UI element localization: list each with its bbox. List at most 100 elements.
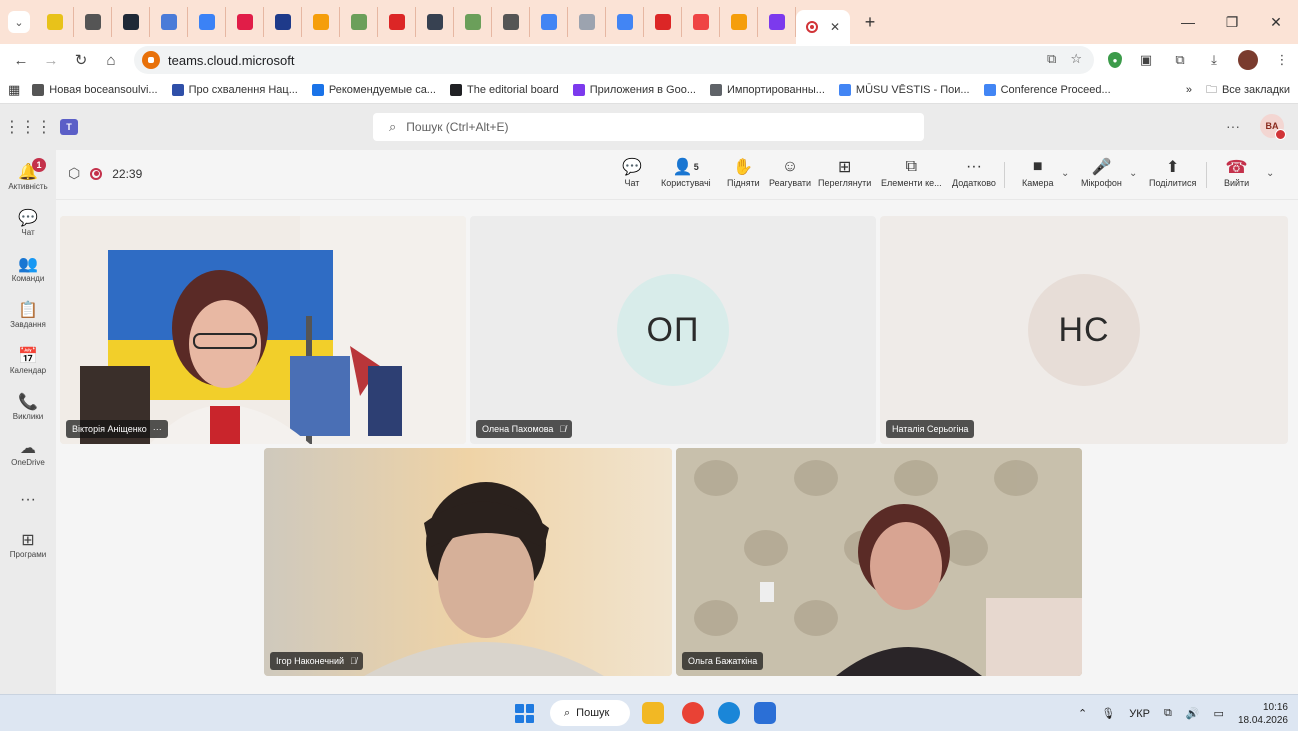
rail-item-tasks[interactable]: 📋 Завдання: [0, 294, 56, 334]
pinned-tab[interactable]: [378, 7, 416, 37]
bookmark-item[interactable]: The editorial board: [449, 83, 559, 96]
pinned-tab[interactable]: [682, 7, 720, 37]
taskbar-search[interactable]: ⌕ Пошук: [550, 700, 630, 726]
apps-grid-icon[interactable]: ▦: [8, 82, 20, 98]
reload-icon[interactable]: ↻: [68, 47, 94, 73]
bookmark-star-icon[interactable]: ☆: [1070, 51, 1082, 67]
browser-menu-icon[interactable]: ⋮: [1272, 50, 1292, 70]
rail-item-calls[interactable]: 📞 Виклики: [0, 386, 56, 426]
rail-item-bell[interactable]: 🔔 1 Активність: [0, 156, 56, 196]
pinned-tab[interactable]: [340, 7, 378, 37]
view-button[interactable]: ⊞ Переглянути: [818, 156, 871, 188]
bookmark-item[interactable]: Импортированны...: [710, 83, 825, 96]
word-icon[interactable]: [754, 702, 776, 724]
site-info-icon[interactable]: [142, 51, 160, 69]
pinned-tab[interactable]: [150, 7, 188, 37]
battery-icon[interactable]: ▭: [1214, 707, 1224, 720]
pinned-tab[interactable]: [188, 7, 226, 37]
forward-icon[interactable]: →: [38, 47, 64, 73]
bookmark-item[interactable]: MŪSU VĒSTIS - Пои...: [838, 83, 970, 96]
react-button[interactable]: ☺ Реагувати: [769, 156, 811, 188]
bookmark-item[interactable]: Conference Proceed...: [983, 83, 1111, 96]
rail-item-onedrive[interactable]: ☁ OneDrive: [0, 432, 56, 472]
close-tab-icon[interactable]: ✕: [830, 20, 840, 34]
chrome-icon[interactable]: [682, 702, 704, 724]
bookmark-item[interactable]: Новая boceansoulvi...: [32, 83, 158, 96]
pinned-tab[interactable]: [758, 7, 796, 37]
extension-icon[interactable]: ▣: [1136, 50, 1156, 70]
leave-options-chevron-icon[interactable]: ⌄: [1266, 168, 1274, 179]
file-explorer-icon[interactable]: [642, 702, 664, 724]
camera-options-chevron-icon[interactable]: ⌄: [1061, 168, 1069, 179]
language-indicator[interactable]: УКР: [1129, 708, 1150, 720]
people-button[interactable]: 👤 5 Користувачі: [661, 156, 711, 188]
pinned-tab[interactable]: [416, 7, 454, 37]
pinned-tab[interactable]: [606, 7, 644, 37]
bookmark-item[interactable]: Приложения в Goo...: [572, 83, 696, 96]
pinned-tab[interactable]: [720, 7, 758, 37]
pinned-tab[interactable]: [454, 7, 492, 37]
video-tile-ihor[interactable]: Ігор Наконечний 🎙̸: [264, 448, 672, 676]
pinned-tab[interactable]: [264, 7, 302, 37]
profile-avatar[interactable]: [1238, 50, 1258, 70]
minimize-icon[interactable]: —: [1166, 0, 1210, 44]
bookmarks-overflow-button[interactable]: »: [1186, 84, 1192, 96]
mic-button[interactable]: 🎤 Мікрофон: [1081, 156, 1122, 188]
clock[interactable]: 10:16 18.04.2026: [1238, 701, 1288, 727]
omnibox[interactable]: teams.cloud.microsoft ⧉ ☆: [134, 46, 1094, 74]
settings-more-icon[interactable]: ···: [1226, 118, 1240, 134]
mic-options-chevron-icon[interactable]: ⌄: [1129, 168, 1137, 179]
rail-item-teams[interactable]: 👥 Команди: [0, 248, 56, 288]
pinned-tab[interactable]: [74, 7, 112, 37]
microphone-tray-icon[interactable]: 🎙: [1101, 707, 1115, 720]
video-tile-olena[interactable]: ОП Олена Пахомова 🎙̸: [470, 216, 876, 444]
rail-item-calendar[interactable]: 📅 Календар: [0, 340, 56, 380]
apps-button[interactable]: ⧉ Елементи ке...: [881, 156, 942, 188]
tab-search-button[interactable]: ⌄: [8, 11, 30, 33]
rail-item-more[interactable]: ···: [0, 480, 56, 520]
me-avatar[interactable]: BA: [1260, 114, 1286, 140]
home-icon[interactable]: ⌂: [98, 47, 124, 73]
pinned-tab[interactable]: [492, 7, 530, 37]
raise-hand-button[interactable]: ✋ Підняти: [727, 156, 760, 188]
teams-search-input[interactable]: ⌕ Пошук (Ctrl+Alt+E): [373, 113, 924, 141]
pinned-tab[interactable]: [302, 7, 340, 37]
leave-button[interactable]: ☎ Вийти: [1224, 156, 1249, 189]
video-tile-viktoriia[interactable]: Вікторія Аніщенко ···: [60, 216, 466, 444]
volume-icon[interactable]: 🔊: [1186, 707, 1200, 720]
show-hidden-icons-icon[interactable]: ⌃: [1078, 707, 1087, 720]
puzzle-icon[interactable]: ⧉: [1170, 50, 1190, 70]
download-icon[interactable]: ⤓: [1204, 50, 1224, 70]
bookmark-item[interactable]: Про схвалення Нац...: [171, 83, 298, 96]
pinned-tab[interactable]: [530, 7, 568, 37]
bookmark-item[interactable]: Рекомендуемые са...: [311, 83, 436, 96]
rail-item-chat[interactable]: 💬 Чат: [0, 202, 56, 242]
pinned-tab[interactable]: [226, 7, 264, 37]
rail-label: Календар: [9, 365, 47, 375]
all-bookmarks-button[interactable]: 🗀 Все закладки: [1206, 81, 1290, 100]
app-launcher-icon[interactable]: ⋮⋮⋮: [0, 117, 56, 137]
more-button[interactable]: ··· Додатково: [952, 156, 996, 188]
pinned-tab[interactable]: [112, 7, 150, 37]
windows-start-icon[interactable]: [515, 704, 534, 723]
back-icon[interactable]: ←: [8, 47, 34, 73]
pinned-tab[interactable]: [644, 7, 682, 37]
share-button[interactable]: ⬆ Поділитися: [1149, 156, 1196, 188]
close-window-icon[interactable]: ✕: [1254, 0, 1298, 44]
install-app-icon[interactable]: ⧉: [1047, 51, 1056, 67]
network-icon[interactable]: ⧉: [1164, 707, 1172, 720]
participant-more-icon[interactable]: ···: [153, 424, 162, 434]
video-tile-olha[interactable]: Ольга Бажаткіна: [676, 448, 1082, 676]
rail-item-apps[interactable]: ⊞ Програми: [0, 524, 56, 564]
restore-icon[interactable]: ❐: [1210, 0, 1254, 44]
camera-button[interactable]: ■ Камера: [1022, 156, 1053, 188]
active-tab[interactable]: ✕: [796, 10, 850, 44]
video-tile-nataliia[interactable]: НС Наталія Серьогіна: [880, 216, 1288, 444]
chat-button[interactable]: 💬 Чат: [622, 156, 642, 188]
pinned-tab[interactable]: [36, 7, 74, 37]
bookmark-label: MŪSU VĒSTIS - Пои...: [855, 83, 970, 96]
pinned-tab[interactable]: [568, 7, 606, 37]
adblock-extension-icon[interactable]: ●: [1108, 52, 1122, 68]
new-tab-button[interactable]: +: [856, 8, 884, 36]
edge-icon[interactable]: [718, 702, 740, 724]
